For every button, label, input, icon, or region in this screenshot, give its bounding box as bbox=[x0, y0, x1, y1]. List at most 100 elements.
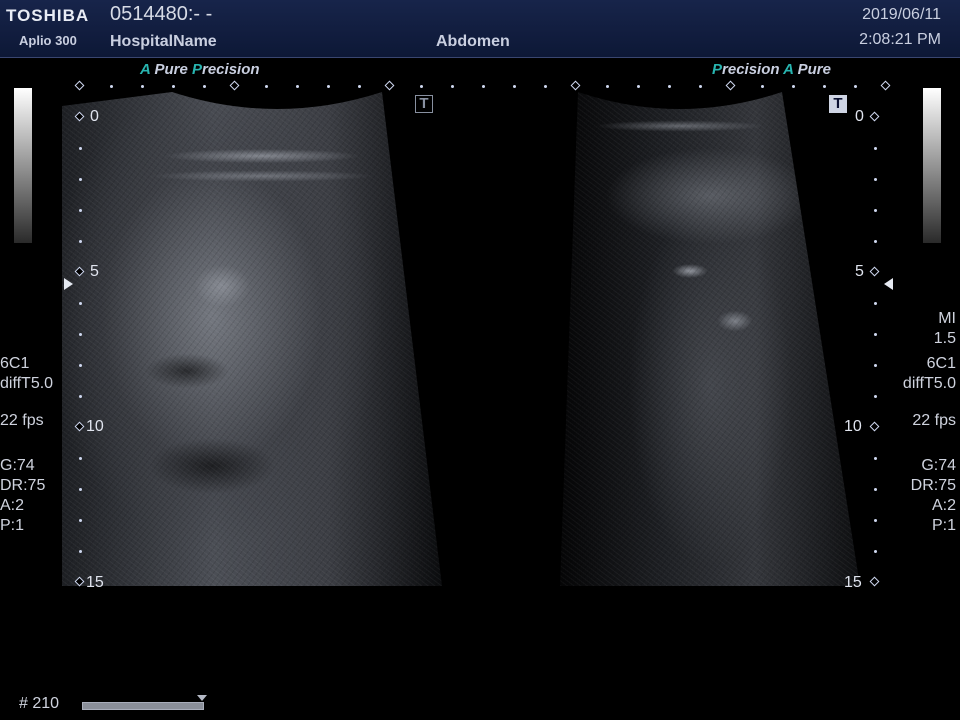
mode-initial: P bbox=[191, 61, 202, 78]
exam-type: Abdomen bbox=[436, 33, 510, 50]
exam-time: 2:08:21 PM bbox=[859, 31, 941, 48]
gain-value: G:74 bbox=[0, 457, 35, 474]
transducer-orientation-marker-left[interactable]: T bbox=[415, 95, 433, 113]
scale-top-minor bbox=[109, 84, 113, 88]
left-param-group-1: 6C1 diffT5.0 bbox=[0, 354, 53, 394]
scale-top-minor bbox=[605, 84, 609, 88]
dynamic-range-value: DR:75 bbox=[910, 477, 956, 494]
filter-setting: diffT5.0 bbox=[902, 375, 956, 392]
right-param-group-2: G:74 DR:75 A:2 P:1 bbox=[911, 456, 956, 536]
depth-label-right: 10 bbox=[844, 418, 862, 435]
depth-tick-minor bbox=[873, 487, 877, 491]
depth-tick-minor bbox=[78, 456, 82, 460]
depth-tick-minor bbox=[78, 208, 82, 212]
scale-top-major bbox=[74, 80, 85, 91]
scale-top-minor bbox=[326, 84, 330, 88]
brand-logo: TOSHIBA bbox=[6, 6, 90, 25]
mode-label-left: A Pure Precision bbox=[140, 61, 260, 78]
depth-label-right: 5 bbox=[855, 263, 864, 280]
scale-top-minor bbox=[698, 84, 702, 88]
scale-top-minor bbox=[357, 84, 361, 88]
scale-top-minor bbox=[202, 84, 206, 88]
depth-tick-minor bbox=[873, 394, 877, 398]
depth-tick-major bbox=[869, 111, 880, 122]
depth-tick-minor bbox=[873, 208, 877, 212]
scale-top-major bbox=[384, 80, 395, 91]
cine-scrollbar[interactable] bbox=[82, 702, 204, 710]
probe-name: 6C1 bbox=[926, 355, 956, 372]
focus-marker-left-icon[interactable] bbox=[64, 278, 73, 290]
probe-name: 6C1 bbox=[0, 355, 30, 372]
scale-top-major bbox=[880, 80, 891, 91]
scale-top-minor bbox=[822, 84, 826, 88]
cine-position-marker-icon[interactable] bbox=[197, 695, 207, 701]
depth-label-right: 15 bbox=[844, 574, 862, 591]
depth-label-left: 15 bbox=[86, 574, 104, 591]
transducer-orientation-marker-right[interactable]: T bbox=[829, 95, 847, 113]
depth-tick-minor bbox=[78, 177, 82, 181]
depth-tick-minor bbox=[78, 518, 82, 522]
focus-marker-right-icon[interactable] bbox=[884, 278, 893, 290]
scale-top-minor bbox=[853, 84, 857, 88]
mode-word: Pure bbox=[154, 61, 188, 78]
depth-tick-minor bbox=[78, 363, 82, 367]
scale-top-minor bbox=[140, 84, 144, 88]
scale-top-minor bbox=[481, 84, 485, 88]
frame-rate: 22 fps bbox=[0, 412, 44, 429]
header-bar: TOSHIBA Aplio 300 0514480:- - HospitalNa… bbox=[0, 0, 960, 58]
left-param-group-2: G:74 DR:75 A:2 P:1 bbox=[0, 456, 45, 536]
ultrasound-image-right[interactable] bbox=[560, 86, 860, 586]
mode-initial: A bbox=[783, 61, 794, 78]
depth-tick-minor bbox=[873, 239, 877, 243]
mode-word: recision bbox=[722, 61, 780, 78]
cine-frame-number: # 210 bbox=[19, 695, 60, 712]
filter-setting: diffT5.0 bbox=[0, 375, 54, 392]
depth-label-left: 0 bbox=[90, 108, 99, 125]
scale-top-minor bbox=[543, 84, 547, 88]
depth-label-left: 5 bbox=[90, 263, 99, 280]
depth-tick-minor bbox=[78, 332, 82, 336]
speckle-overlay bbox=[62, 86, 442, 586]
depth-label-right: 0 bbox=[855, 108, 864, 125]
device-model: Aplio 300 bbox=[19, 33, 77, 48]
depth-tick-minor bbox=[873, 549, 877, 553]
scale-top-minor bbox=[295, 84, 299, 88]
ultrasound-image-left[interactable] bbox=[62, 86, 442, 586]
frame-rate: 22 fps bbox=[912, 412, 956, 429]
depth-tick-minor bbox=[78, 394, 82, 398]
a-value: A:2 bbox=[931, 497, 956, 514]
mi-label: MI bbox=[938, 310, 956, 327]
depth-tick-minor bbox=[78, 239, 82, 243]
gain-value: G:74 bbox=[921, 457, 956, 474]
scale-top-major bbox=[570, 80, 581, 91]
depth-tick-minor bbox=[78, 549, 82, 553]
mechanical-index: MI 1.5 bbox=[934, 309, 956, 349]
mode-initial: A bbox=[140, 61, 151, 78]
depth-tick-minor bbox=[78, 301, 82, 305]
depth-tick-minor bbox=[873, 363, 877, 367]
scale-top-minor bbox=[450, 84, 454, 88]
mode-label-right: Precision A Pure bbox=[712, 61, 831, 78]
mode-word: recision bbox=[202, 61, 260, 78]
scale-top-minor bbox=[512, 84, 516, 88]
scale-top-minor bbox=[667, 84, 671, 88]
depth-tick-minor bbox=[873, 301, 877, 305]
mode-initial: P bbox=[712, 61, 723, 78]
depth-tick-minor bbox=[873, 177, 877, 181]
scale-top-minor bbox=[264, 84, 268, 88]
depth-tick-minor bbox=[78, 146, 82, 150]
depth-tick-minor bbox=[78, 487, 82, 491]
scale-top-minor bbox=[636, 84, 640, 88]
exam-date: 2019/06/11 bbox=[862, 6, 941, 23]
depth-label-left: 10 bbox=[86, 418, 104, 435]
depth-tick-minor bbox=[873, 146, 877, 150]
grayscale-bar-left bbox=[14, 88, 32, 243]
depth-tick-major bbox=[869, 266, 880, 277]
depth-tick-major bbox=[869, 421, 880, 432]
dynamic-range-value: DR:75 bbox=[0, 477, 46, 494]
right-param-group-1: 6C1 diffT5.0 bbox=[903, 354, 956, 394]
a-value: A:2 bbox=[0, 497, 25, 514]
depth-tick-minor bbox=[873, 456, 877, 460]
depth-tick-major bbox=[869, 576, 880, 587]
mi-value: 1.5 bbox=[933, 330, 956, 347]
